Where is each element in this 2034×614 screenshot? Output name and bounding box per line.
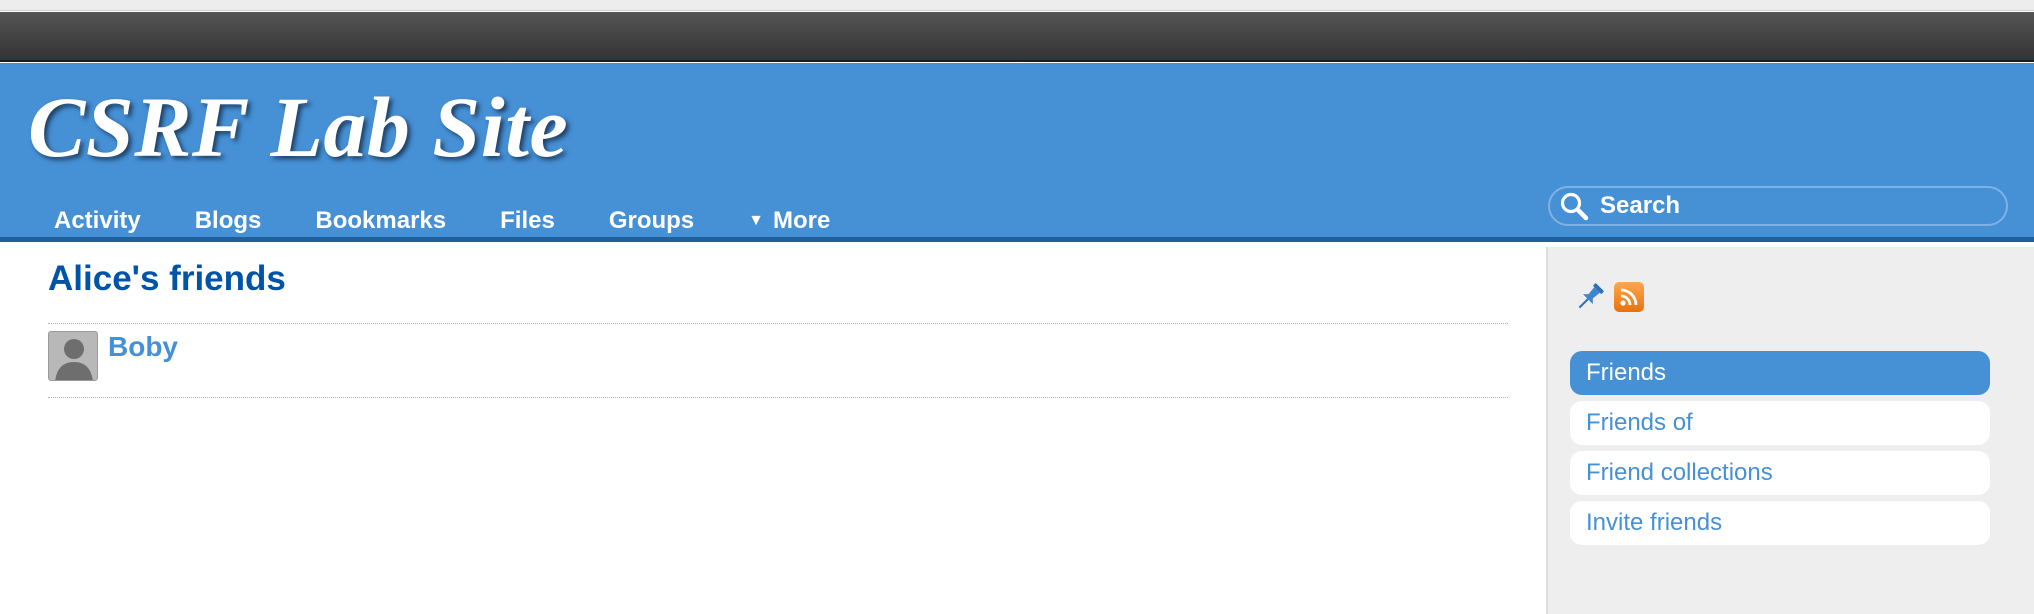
sidebar: Friends Friends of Friend collections In… [1546,247,2034,614]
search-input[interactable] [1600,192,1980,220]
friend-list-item: Boby [48,331,178,383]
nav-more-label: More [773,207,831,234]
nav-item-files[interactable]: Files [473,203,582,239]
page-title: Alice's friends [48,259,286,298]
nav-item-activity[interactable]: Activity [0,203,168,239]
sidebar-item-friends-of[interactable]: Friends of [1570,401,1990,445]
sidebar-item-friends[interactable]: Friends [1570,351,1990,395]
site-title[interactable]: CSRF Lab Site [28,77,568,177]
main-nav: Activity Blogs Bookmarks Files Groups ▼ … [0,203,857,239]
nav-item-more[interactable]: ▼ More [721,203,857,239]
avatar[interactable] [48,331,98,381]
nav-item-blogs[interactable]: Blogs [168,203,289,239]
sidebar-menu: Friends Friends of Friend collections In… [1570,351,1990,551]
caret-down-icon: ▼ [748,212,764,229]
nav-item-groups[interactable]: Groups [582,203,721,239]
friend-name-link[interactable]: Boby [108,331,178,363]
pin-icon[interactable] [1572,279,1608,315]
main-content: Alice's friends Boby [0,247,1546,614]
divider [48,397,1508,398]
sidebar-icons [1572,279,1644,315]
search-icon [1556,188,1592,224]
sidebar-item-friend-collections[interactable]: Friend collections [1570,451,1990,495]
sidebar-item-invite-friends[interactable]: Invite friends [1570,501,1990,545]
nav-item-bookmarks[interactable]: Bookmarks [288,203,473,239]
search-box[interactable] [1548,186,2008,226]
site-header: CSRF Lab Site Activity Blogs Bookmarks F… [0,63,2034,242]
divider [48,323,1508,324]
topbar [0,12,2034,62]
rss-icon[interactable] [1614,282,1644,312]
browser-top-strip [0,0,2034,11]
